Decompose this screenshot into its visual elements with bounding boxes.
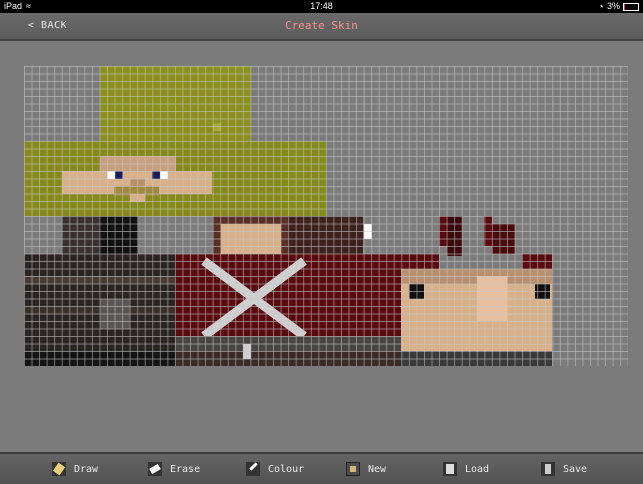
hat-highlight: [213, 123, 221, 131]
legs-stripe-1: [24, 276, 175, 284]
new-label: New: [368, 463, 387, 475]
navigation-bar: < BACK Create Skin: [0, 13, 643, 41]
torso-belt: [175, 336, 401, 351]
erase-button[interactable]: Erase: [148, 460, 200, 478]
new-button[interactable]: New: [346, 460, 386, 478]
pencil-icon: [52, 462, 66, 476]
save-button[interactable]: Save: [541, 460, 587, 478]
save-label: Save: [563, 463, 588, 475]
right-eye: [160, 171, 168, 179]
arm-top-4: [492, 224, 515, 254]
brush-icon: [246, 462, 260, 476]
nose: [130, 179, 145, 187]
eraser-icon: [148, 462, 162, 476]
torso-bottom: [175, 351, 401, 366]
arm-band-2: [522, 254, 552, 269]
battery-icon: [623, 2, 639, 11]
status-bar: iPad ≈ 17:48 ⋆ 3%: [0, 0, 643, 13]
draw-button[interactable]: Draw: [52, 460, 98, 478]
leg-top-left-dark: [100, 216, 138, 254]
arm-band-1: [401, 254, 439, 269]
clock: 17:48: [310, 1, 333, 11]
hat-top-region: [100, 66, 251, 141]
new-skin-icon: [346, 462, 360, 476]
load-label: Load: [465, 463, 490, 475]
chin: [130, 194, 145, 202]
hand-highlight: [477, 276, 507, 321]
arm-top-3: [484, 216, 492, 246]
arm-top-2: [447, 216, 462, 256]
arm-top-1: [439, 216, 447, 246]
legs-stripe-2: [24, 306, 175, 314]
legs-patch: [100, 299, 130, 329]
colour-label: Colour: [268, 463, 305, 475]
leg-top-left: [62, 216, 100, 254]
load-button[interactable]: Load: [443, 460, 489, 478]
draw-label: Draw: [74, 463, 99, 475]
legs-bottom: [24, 351, 175, 366]
arm-dark-2: [535, 284, 550, 299]
right-pupil: [152, 171, 160, 179]
left-eye: [107, 171, 115, 179]
save-icon: [541, 462, 555, 476]
skin-canvas[interactable]: [24, 66, 628, 366]
colour-button[interactable]: Colour: [246, 460, 304, 478]
head-strip-right: [288, 216, 363, 254]
arm-bottom: [401, 351, 552, 366]
erase-label: Erase: [170, 463, 201, 475]
head-strip-face: [221, 224, 281, 254]
page-title: Create Skin: [285, 19, 358, 32]
arm-cuff: [401, 269, 552, 284]
bottom-toolbar: Draw Erase Colour New Load Save: [0, 452, 643, 484]
arm-dark-1: [409, 284, 424, 299]
battery-status: ⋆ 3%: [599, 0, 639, 13]
bluetooth-icon: ⋆: [598, 1, 605, 11]
left-pupil: [115, 171, 123, 179]
torso-buckle: [243, 344, 251, 359]
load-icon: [443, 462, 457, 476]
head-strip-mark: [364, 224, 372, 239]
